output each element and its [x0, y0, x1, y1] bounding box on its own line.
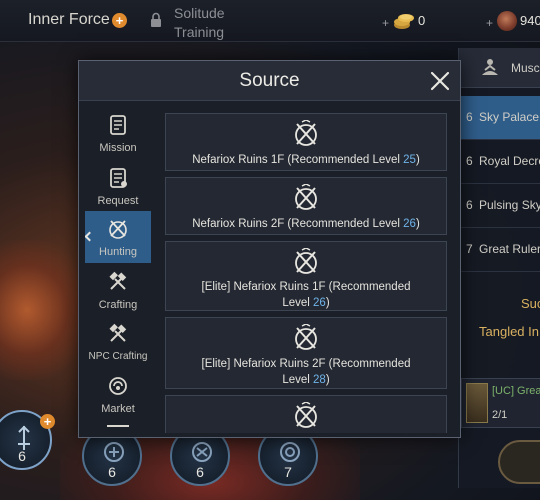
source-category-tabs: Mission Request Hunting Crafting NPC Cra…: [85, 107, 159, 433]
tab-mission[interactable]: Mission: [85, 107, 151, 159]
right-list-item[interactable]: 6 Sky Palace: [459, 96, 540, 140]
resource2-value: 940: [520, 13, 540, 28]
entry-level: 26: [313, 297, 326, 309]
item-card[interactable]: [UC] Great 2/1: [461, 378, 540, 428]
tab-request[interactable]: Request: [85, 160, 151, 212]
entry-name: [Elite] Nefariox Ruins 2F (Recommended: [201, 358, 411, 370]
skill-plus-badge[interactable]: +: [40, 414, 55, 429]
tab-label: Market: [101, 403, 135, 415]
entry-suffix: ): [325, 297, 330, 309]
character-figure: [0, 240, 90, 380]
item-name: Royal Decre: [479, 154, 540, 168]
tab-label: NPC Crafting: [88, 351, 148, 362]
entry-level-prefix: Level: [282, 374, 314, 386]
tab-label: Crafting: [98, 299, 138, 311]
tab-solitude-training[interactable]: Solitude Training: [174, 4, 225, 42]
right-panel-header[interactable]: Musc: [459, 48, 540, 88]
hunting-emblem-icon: [295, 402, 317, 428]
tab-hunting[interactable]: Hunting: [85, 211, 151, 263]
tab-npc-crafting[interactable]: NPC Crafting: [85, 316, 151, 368]
entry-level: 26: [403, 218, 416, 230]
success-label: Suc: [521, 296, 540, 311]
tab-label: Hunting: [99, 246, 137, 258]
more-tabs-indicator: [107, 425, 129, 427]
source-list: Nefariox Ruins 1F (Recommended Level 25)…: [165, 109, 449, 433]
resource1-plus[interactable]: +: [382, 16, 389, 30]
entry-name: [Elite] Nefariox Ruins 1F (Recommended: [201, 281, 411, 293]
dialog-header: Source: [79, 61, 460, 101]
source-entry[interactable]: Nefariox Ruins 1F (Recommended Level 25): [165, 113, 447, 171]
skill-level: 6: [18, 448, 26, 464]
dialog-title: Source: [239, 70, 300, 91]
source-entry-text: Nefariox Ruins 2F (Recommended Level 26): [176, 216, 436, 232]
item-level: 6: [466, 110, 473, 124]
coin-stack-icon: [394, 14, 414, 29]
item-name: Pulsing Sky: [479, 198, 540, 212]
tab-crafting[interactable]: Crafting: [85, 264, 151, 316]
solitude-label-line1: Solitude: [174, 5, 225, 21]
entry-name: Nefariox Ruins 2F (Recommended Level: [192, 218, 404, 230]
item-name: Sky Palace: [479, 110, 540, 124]
solitude-label-line2: Training: [174, 24, 225, 40]
selected-marker-icon: [85, 231, 95, 242]
right-list-item[interactable]: 6 Royal Decre: [459, 140, 540, 184]
right-list-item[interactable]: 6 Pulsing Sky: [459, 184, 540, 228]
entry-suffix: ): [415, 218, 420, 230]
crossed-hammers-icon: [109, 323, 127, 342]
item-level: 7: [466, 242, 473, 256]
gem-icon: [497, 11, 517, 31]
source-entry-text: Nefariox Ruins 1F (Recommended Level 25): [176, 152, 436, 168]
skill-level: 6: [196, 464, 204, 480]
scroll-icon: [110, 168, 127, 188]
item-card-name: [UC] Great: [492, 385, 540, 397]
scroll-icon: [110, 115, 126, 135]
tab-inner-force[interactable]: Inner Force: [28, 11, 110, 29]
meditation-icon: [482, 59, 498, 75]
market-icon: [109, 377, 127, 395]
source-entry[interactable]: Nefariox Ruins 2F (Recommended Level 26): [165, 177, 447, 235]
top-bar: Inner Force + Solitude Training + 0 + 94…: [0, 0, 540, 42]
tangled-label: Tangled In: [479, 324, 539, 339]
hunting-emblem-icon: [295, 248, 317, 274]
right-panel: Musc 6 Sky Palace 6 Royal Decre 6 Pulsin…: [458, 48, 540, 488]
entry-suffix: ): [325, 374, 330, 386]
confirm-button[interactable]: [498, 440, 540, 484]
skill-level: 6: [108, 464, 116, 480]
hunting-emblem-icon: [295, 120, 317, 146]
source-entry[interactable]: [Elite] Nefariox Ruins 1F (Recommended L…: [165, 241, 447, 311]
hunting-emblem-icon: [295, 324, 317, 350]
resource1-value: 0: [418, 13, 426, 28]
right-list-item[interactable]: 7 Great Ruler: [459, 228, 540, 272]
item-thumbnail: [466, 383, 488, 423]
item-name: Great Ruler: [479, 242, 540, 256]
source-entry-text: [Elite] Nefariox Ruins 1F (Recommended L…: [176, 279, 436, 311]
resource2-plus[interactable]: +: [486, 16, 493, 30]
item-level: 6: [466, 198, 473, 212]
source-entry-text: [Elite] Nefariox Ruins 2F (Recommended L…: [176, 356, 436, 388]
hunting-emblem-icon: [295, 184, 317, 210]
entry-level: 28: [313, 374, 326, 386]
tab-market[interactable]: Market: [85, 368, 151, 420]
entry-level-prefix: Level: [282, 297, 314, 309]
right-panel-header-label: Musc: [511, 61, 540, 75]
source-entry[interactable]: [165, 395, 447, 433]
inner-force-plus-badge[interactable]: +: [112, 13, 127, 28]
tab-label: Request: [97, 195, 139, 207]
source-entry[interactable]: [Elite] Nefariox Ruins 2F (Recommended L…: [165, 317, 447, 389]
entry-suffix: ): [415, 154, 420, 166]
crossed-hammers-icon: [109, 271, 127, 290]
tab-label: Mission: [99, 142, 137, 154]
close-icon[interactable]: [429, 70, 451, 92]
source-dialog: Source Mission Request Hunting Crafting …: [78, 60, 461, 438]
skill-level: 7: [284, 464, 292, 480]
crossed-swords-icon: [109, 220, 127, 239]
entry-name: Nefariox Ruins 1F (Recommended Level: [192, 154, 404, 166]
item-level: 6: [466, 154, 473, 168]
lock-icon: [151, 12, 161, 27]
item-card-count: 2/1: [492, 409, 508, 421]
entry-level: 25: [403, 154, 416, 166]
